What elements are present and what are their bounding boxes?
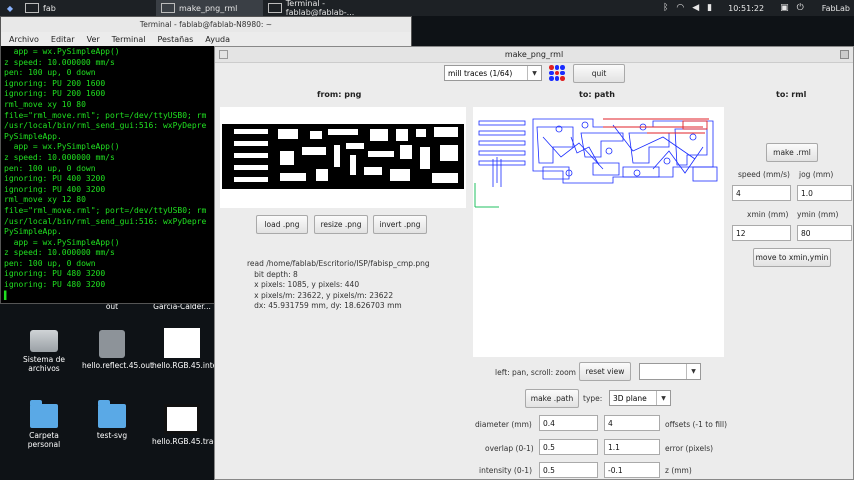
xmin-input[interactable]: 12 xyxy=(732,225,791,241)
chevron-down-icon: ▼ xyxy=(527,66,541,80)
desktop-icon-home[interactable]: Carpeta personal xyxy=(14,400,74,449)
close-icon[interactable] xyxy=(840,50,849,59)
window-icon xyxy=(25,3,39,13)
menu-ver[interactable]: Ver xyxy=(87,35,100,44)
offsets-label: offsets (-1 to fill) xyxy=(665,420,728,429)
ymin-input[interactable]: 80 xyxy=(797,225,852,241)
make-png-rml-window[interactable]: make_png_rml mill traces (1/64) ▼ quit f… xyxy=(214,46,854,480)
user-label[interactable]: FabLab xyxy=(822,4,850,13)
volume-icon[interactable]: ◀ xyxy=(692,3,699,13)
menu-icon: ◆ xyxy=(6,3,14,13)
make-rml-button[interactable]: make .rml xyxy=(766,143,818,162)
menu-ayuda[interactable]: Ayuda xyxy=(205,35,230,44)
home-folder-icon xyxy=(30,400,58,428)
type-label: type: xyxy=(583,394,603,403)
wifi-icon[interactable]: ◠ xyxy=(676,3,684,13)
xmin-label: xmin (mm) xyxy=(747,210,789,219)
intensity-input[interactable]: 0.5 xyxy=(539,462,598,478)
quit-button[interactable]: quit xyxy=(573,64,625,83)
png-info-text: read /home/fablab/Escritorio/ISP/fabisp_… xyxy=(247,259,430,312)
chevron-down-icon: ▼ xyxy=(656,391,670,405)
window-menu-icon[interactable] xyxy=(219,50,228,59)
taskbar: ◆ fab make_png_rml Terminal - fablab@fab… xyxy=(0,0,854,17)
path-preview[interactable] xyxy=(473,107,724,357)
menu-archivo[interactable]: Archivo xyxy=(9,35,39,44)
png-preview xyxy=(220,107,466,208)
desktop-icon-reflect-out[interactable]: hello.reflect.45.out xyxy=(82,330,153,370)
to-path-header: to: path xyxy=(579,90,615,99)
overlap-input[interactable]: 0.5 xyxy=(539,439,598,455)
diameter-label: diameter (mm) xyxy=(475,420,532,429)
terminal-titlebar[interactable]: Terminal - fablab@fablab-N8980: ~ xyxy=(1,17,411,32)
invert-png-button[interactable]: invert .png xyxy=(373,215,427,234)
window-icon xyxy=(161,3,175,13)
desktop-icon-rgb-traces[interactable]: hello.RGB.45.traces.png xyxy=(152,404,243,446)
jog-input[interactable]: 1.0 xyxy=(797,185,852,201)
make-path-button[interactable]: make .path xyxy=(525,389,579,408)
menu-pestanas[interactable]: Pestañas xyxy=(157,35,193,44)
clock[interactable]: 10:51:22 xyxy=(728,4,764,13)
toolpath-image xyxy=(474,118,718,208)
image-thumbnail-icon xyxy=(164,404,200,434)
desktop-icon-test-svg[interactable]: test-svg xyxy=(82,400,142,440)
bluetooth-icon[interactable]: ᛒ xyxy=(663,3,668,13)
info-line: x pixels: 1085, y pixels: 440 xyxy=(247,280,360,290)
battery-icon[interactable]: ▮ xyxy=(707,3,712,13)
view-hint: left: pan, scroll: zoom xyxy=(495,368,576,377)
speed-input[interactable]: 4 xyxy=(732,185,791,201)
taskbar-item-make-png-rml[interactable]: make_png_rml xyxy=(156,0,263,16)
offsets-input[interactable]: 4 xyxy=(604,415,660,431)
z-label: z (mm) xyxy=(665,466,692,475)
taskbar-item-terminal[interactable]: Terminal - fablab@fablab-... xyxy=(263,0,399,17)
info-line: bit depth: 8 xyxy=(247,269,298,279)
pcb-traces-image xyxy=(220,107,466,208)
view-select[interactable]: ▼ xyxy=(639,363,701,380)
chevron-down-icon: ▼ xyxy=(686,364,700,379)
power-icon[interactable]: ⏻ xyxy=(797,3,804,13)
desktop-icon-filesystem[interactable]: Sistema de archivos xyxy=(14,330,74,373)
overlap-label: overlap (0-1) xyxy=(485,444,534,453)
speed-label: speed (mm/s) xyxy=(738,170,790,179)
reset-view-button[interactable]: reset view xyxy=(579,362,631,381)
to-rml-header: to: rml xyxy=(776,90,807,99)
error-input[interactable]: 1.1 xyxy=(604,439,660,455)
folder-icon xyxy=(98,400,126,428)
load-png-button[interactable]: load .png xyxy=(256,215,308,234)
info-line: x pixels/m: 23622, y pixels/m: 23622 xyxy=(247,290,394,300)
drive-icon xyxy=(30,330,58,352)
intensity-label: intensity (0-1) xyxy=(479,466,533,475)
image-thumbnail-icon xyxy=(164,328,200,358)
taskbar-item-fab[interactable]: fab xyxy=(20,0,156,16)
info-line: dx: 45.931759 mm, dy: 18.626703 mm xyxy=(247,301,402,311)
ymin-label: ymin (mm) xyxy=(797,210,839,219)
fab-logo-icon xyxy=(549,65,565,81)
mode-select[interactable]: mill traces (1/64) ▼ xyxy=(444,65,542,81)
terminal-menubar: Archivo Editar Ver Terminal Pestañas Ayu… xyxy=(1,32,411,46)
move-to-xmin-ymin-button[interactable]: move to xmin,ymin xyxy=(753,248,831,267)
menu-editar[interactable]: Editar xyxy=(51,35,75,44)
show-desktop-icon[interactable]: ▣ xyxy=(780,3,789,13)
resize-png-button[interactable]: resize .png xyxy=(314,215,368,234)
type-select[interactable]: 3D plane ▼ xyxy=(609,390,671,406)
jog-label: jog (mm) xyxy=(799,170,834,179)
diameter-input[interactable]: 0.4 xyxy=(539,415,598,431)
info-line: read /home/fablab/Escritorio/ISP/fabisp_… xyxy=(247,259,430,268)
z-input[interactable]: -0.1 xyxy=(604,462,660,478)
window-icon xyxy=(268,3,282,13)
app-titlebar[interactable]: make_png_rml xyxy=(215,47,853,63)
from-png-header: from: png xyxy=(317,90,362,99)
menu-terminal[interactable]: Terminal xyxy=(112,35,146,44)
error-label: error (pixels) xyxy=(665,444,714,453)
executable-icon xyxy=(99,330,125,358)
desktop-icon-rgb-interior[interactable]: hello.RGB.45.interior.png xyxy=(152,328,246,370)
app-menu-button[interactable]: ◆ xyxy=(0,0,20,16)
